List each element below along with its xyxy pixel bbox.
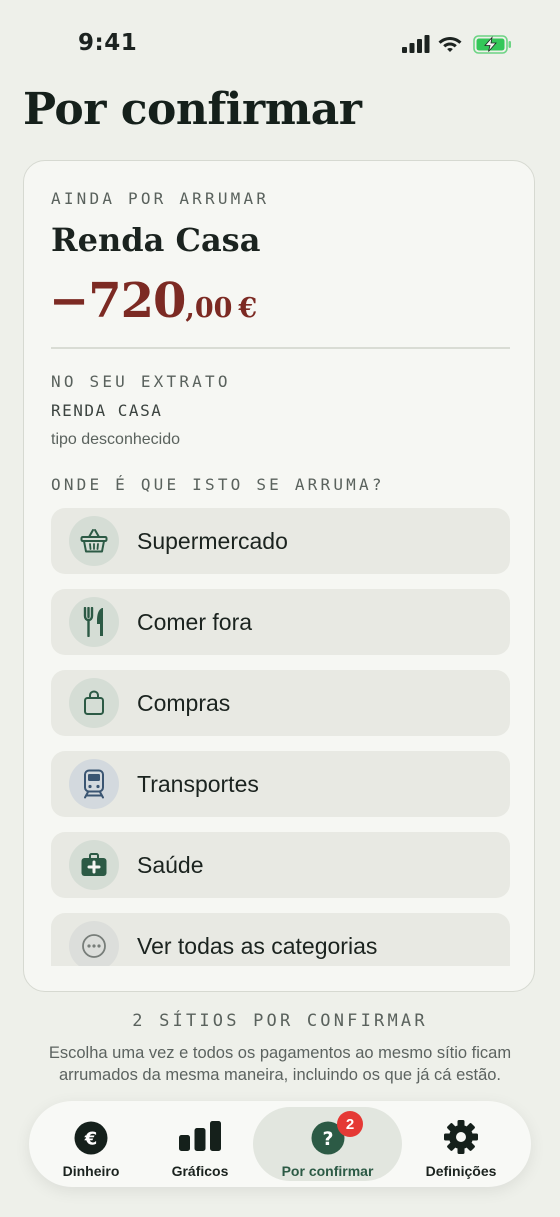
basket-icon (69, 516, 119, 566)
statement-heading: NO SEU EXTRATO (51, 372, 231, 391)
more-dots-icon (69, 921, 119, 966)
transaction-card: AINDA POR ARRUMAR Renda Casa −720,00 € NO… (23, 160, 535, 992)
category-saude-button[interactable]: Saúde (51, 832, 510, 898)
merchant-name: Renda Casa (51, 221, 261, 259)
category-label: Saúde (137, 851, 204, 878)
transaction-amount: −720,00 € (49, 273, 257, 329)
cellular-signal-icon (402, 35, 430, 53)
svg-text:€: € (84, 1129, 98, 1150)
amount-currency: € (238, 293, 258, 324)
footer-explanation: Escolha uma vez e todos os pagamentos ao… (48, 1044, 512, 1084)
bar-chart-icon (179, 1121, 221, 1151)
train-icon (69, 759, 119, 809)
statement-type: tipo desconhecido (51, 431, 180, 448)
tab-label: Dinheiro (62, 1163, 120, 1179)
category-label: Transportes (137, 770, 259, 797)
category-question: ONDE É QUE ISTO SE ARRUMA? (51, 475, 385, 494)
amount-decimal: ,00 (185, 293, 233, 324)
first-aid-kit-icon (69, 840, 119, 890)
tab-graficos[interactable]: Gráficos (147, 1107, 253, 1181)
tab-label: Definições (425, 1163, 497, 1179)
amount-integer: −720 (49, 273, 186, 329)
category-list[interactable]: Supermercado Comer fora Compras Transpor… (51, 508, 510, 966)
category-comer-fora-button[interactable]: Comer fora (51, 589, 510, 655)
status-time: 9:41 (78, 30, 138, 56)
category-label: Ver todas as categorias (137, 932, 378, 959)
tab-por-confirmar[interactable]: ? 2 Por confirmar (253, 1107, 402, 1181)
gear-icon (444, 1120, 478, 1154)
euro-icon: € (74, 1121, 108, 1155)
fork-knife-icon (69, 597, 119, 647)
tab-bar: € Dinheiro Gráficos ? 2 Por confirmar De… (29, 1101, 531, 1187)
category-label: Supermercado (137, 527, 288, 554)
statement-name: RENDA CASA (51, 401, 163, 420)
category-supermercado-button[interactable]: Supermercado (51, 508, 510, 574)
battery-charging-icon (473, 35, 511, 54)
tab-definicoes[interactable]: Definições (409, 1107, 513, 1181)
status-bar: 9:41 (0, 0, 560, 90)
notification-badge: 2 (337, 1111, 363, 1137)
card-eyebrow: AINDA POR ARRUMAR (51, 189, 270, 208)
category-compras-button[interactable]: Compras (51, 670, 510, 736)
svg-text:?: ? (322, 1128, 333, 1150)
pending-count-label: 2 SÍTIOS POR CONFIRMAR (132, 1011, 428, 1031)
tab-label: Por confirmar (281, 1163, 374, 1179)
shopping-bag-icon (69, 678, 119, 728)
tab-label: Gráficos (171, 1163, 229, 1179)
wifi-icon (438, 37, 462, 52)
tab-dinheiro[interactable]: € Dinheiro (39, 1107, 143, 1181)
page-title: Por confirmar (23, 84, 362, 135)
category-label: Compras (137, 689, 231, 716)
category-ver-todas-button[interactable]: Ver todas as categorias (51, 913, 510, 966)
category-transportes-button[interactable]: Transportes (51, 751, 510, 817)
card-divider (51, 347, 510, 349)
category-label: Comer fora (137, 608, 253, 635)
